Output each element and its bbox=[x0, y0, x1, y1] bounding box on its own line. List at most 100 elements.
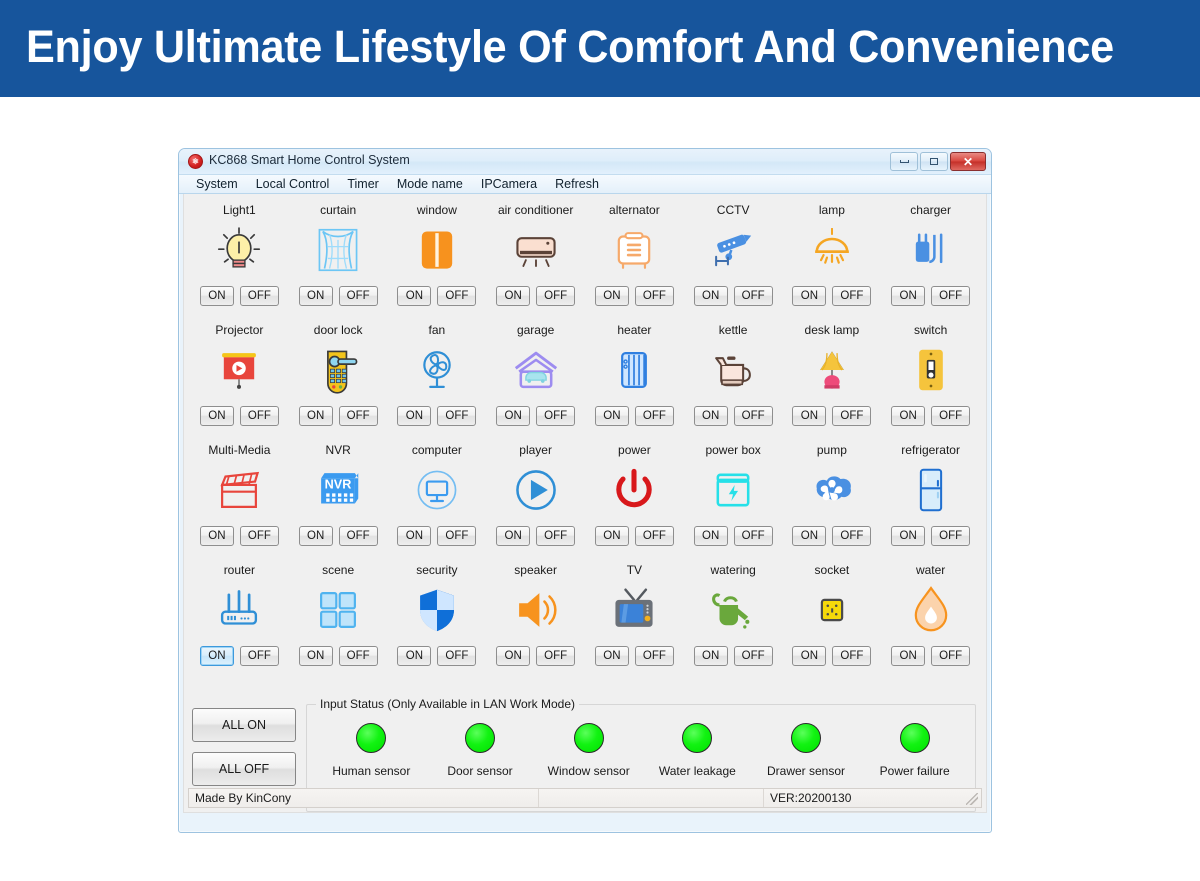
tv-off-button[interactable]: OFF bbox=[634, 646, 674, 666]
title-bar: ⚛ KC868 Smart Home Control System ✕ bbox=[179, 149, 991, 175]
window-on-button[interactable]: ON bbox=[397, 286, 432, 306]
watering-on-button[interactable]: ON bbox=[693, 646, 728, 666]
watering-off-button[interactable]: OFF bbox=[733, 646, 773, 666]
speaker-off-button[interactable]: OFF bbox=[536, 646, 576, 666]
alternator-off-button[interactable]: OFF bbox=[634, 286, 674, 306]
switch-off-button[interactable]: OFF bbox=[931, 406, 971, 426]
desk-lamp-off-button[interactable]: OFF bbox=[832, 406, 872, 426]
charger-on-button[interactable]: ON bbox=[891, 286, 926, 306]
svg-text:NVR: NVR bbox=[325, 477, 352, 491]
minimize-button[interactable] bbox=[890, 152, 918, 171]
sensor-power-failure: Power failure bbox=[860, 723, 969, 778]
water-off-button[interactable]: OFF bbox=[931, 646, 971, 666]
menu-item-system[interactable]: System bbox=[187, 175, 247, 194]
player-on-button[interactable]: ON bbox=[496, 526, 531, 546]
refrigerator-on-button[interactable]: ON bbox=[891, 526, 926, 546]
door-lock-on-button[interactable]: ON bbox=[298, 406, 333, 426]
air-conditioner-on-button[interactable]: ON bbox=[496, 286, 531, 306]
menu-item-ipcamera[interactable]: IPCamera bbox=[472, 175, 546, 194]
heater-on-button[interactable]: ON bbox=[594, 406, 629, 426]
player-off-button[interactable]: OFF bbox=[536, 526, 576, 546]
security-on-button[interactable]: ON bbox=[397, 646, 432, 666]
scene-off-button[interactable]: OFF bbox=[338, 646, 378, 666]
scene-on-button[interactable]: ON bbox=[298, 646, 333, 666]
water-on-button[interactable]: ON bbox=[891, 646, 926, 666]
computer-on-button[interactable]: ON bbox=[397, 526, 432, 546]
device-cell-kettle: kettle ON OFF bbox=[684, 318, 783, 438]
lamp-on-button[interactable]: ON bbox=[792, 286, 827, 306]
pump-icon bbox=[803, 461, 861, 519]
kettle-off-button[interactable]: OFF bbox=[733, 406, 773, 426]
button-pair-switch: ON OFF bbox=[891, 406, 971, 426]
nvr-on-button[interactable]: ON bbox=[298, 526, 333, 546]
socket-off-button[interactable]: OFF bbox=[832, 646, 872, 666]
menu-item-refresh[interactable]: Refresh bbox=[546, 175, 608, 194]
menu-item-local-control[interactable]: Local Control bbox=[247, 175, 339, 194]
device-cell-window: window ON OFF bbox=[388, 198, 487, 318]
tv-on-button[interactable]: ON bbox=[594, 646, 629, 666]
power-box-on-button[interactable]: ON bbox=[693, 526, 728, 546]
air-conditioner-off-button[interactable]: OFF bbox=[536, 286, 576, 306]
pump-off-button[interactable]: OFF bbox=[832, 526, 872, 546]
socket-on-button[interactable]: ON bbox=[792, 646, 827, 666]
fan-on-button[interactable]: ON bbox=[397, 406, 432, 426]
desk-lamp-on-button[interactable]: ON bbox=[792, 406, 827, 426]
router-on-button[interactable]: ON bbox=[199, 646, 234, 666]
device-cell-power: power ON OFF bbox=[585, 438, 684, 558]
projector-on-button[interactable]: ON bbox=[199, 406, 234, 426]
button-pair-cctv: ON OFF bbox=[693, 286, 773, 306]
device-cell-router: router ON OFF bbox=[190, 558, 289, 678]
page-root: Enjoy Ultimate Lifestyle Of Comfort And … bbox=[0, 0, 1200, 881]
curtain-on-button[interactable]: ON bbox=[298, 286, 333, 306]
multi-media-off-button[interactable]: OFF bbox=[239, 526, 279, 546]
menu-item-mode-name[interactable]: Mode name bbox=[388, 175, 472, 194]
heater-off-button[interactable]: OFF bbox=[634, 406, 674, 426]
alternator-on-button[interactable]: ON bbox=[594, 286, 629, 306]
device-label-security: security bbox=[416, 563, 458, 577]
resize-grip-icon[interactable] bbox=[966, 793, 978, 805]
kettle-on-button[interactable]: ON bbox=[693, 406, 728, 426]
garage-on-button[interactable]: ON bbox=[496, 406, 531, 426]
close-button[interactable]: ✕ bbox=[950, 152, 986, 171]
maximize-button[interactable] bbox=[920, 152, 948, 171]
device-label-alternator: alternator bbox=[609, 203, 660, 217]
light1-on-button[interactable]: ON bbox=[199, 286, 234, 306]
cctv-off-button[interactable]: OFF bbox=[733, 286, 773, 306]
device-cell-watering: watering ON OFF bbox=[684, 558, 783, 678]
nvr-off-button[interactable]: OFF bbox=[338, 526, 378, 546]
device-label-router: router bbox=[223, 563, 256, 577]
pendant-lamp-icon bbox=[803, 221, 861, 279]
projector-off-button[interactable]: OFF bbox=[239, 406, 279, 426]
charger-off-button[interactable]: OFF bbox=[931, 286, 971, 306]
door-lock-off-button[interactable]: OFF bbox=[338, 406, 378, 426]
power-on-button[interactable]: ON bbox=[594, 526, 629, 546]
button-pair-lamp: ON OFF bbox=[792, 286, 872, 306]
switch-on-button[interactable]: ON bbox=[891, 406, 926, 426]
security-off-button[interactable]: OFF bbox=[437, 646, 477, 666]
window-off-button[interactable]: OFF bbox=[437, 286, 477, 306]
multi-media-on-button[interactable]: ON bbox=[199, 526, 234, 546]
light1-off-button[interactable]: OFF bbox=[239, 286, 279, 306]
menu-item-timer[interactable]: Timer bbox=[338, 175, 387, 194]
all-off-button[interactable]: ALL OFF bbox=[192, 752, 296, 786]
device-cell-socket: socket ON OFF bbox=[783, 558, 882, 678]
fan-off-button[interactable]: OFF bbox=[437, 406, 477, 426]
button-pair-heater: ON OFF bbox=[594, 406, 674, 426]
pump-on-button[interactable]: ON bbox=[792, 526, 827, 546]
garage-off-button[interactable]: OFF bbox=[536, 406, 576, 426]
router-off-button[interactable]: OFF bbox=[239, 646, 279, 666]
fan-icon bbox=[408, 341, 466, 399]
lamp-off-button[interactable]: OFF bbox=[832, 286, 872, 306]
power-off-button[interactable]: OFF bbox=[634, 526, 674, 546]
computer-off-button[interactable]: OFF bbox=[437, 526, 477, 546]
curtain-off-button[interactable]: OFF bbox=[338, 286, 378, 306]
cctv-on-button[interactable]: ON bbox=[693, 286, 728, 306]
refrigerator-off-button[interactable]: OFF bbox=[931, 526, 971, 546]
all-on-button[interactable]: ALL ON bbox=[192, 708, 296, 742]
device-cell-fan: fan ON OFF bbox=[388, 318, 487, 438]
power-box-off-button[interactable]: OFF bbox=[733, 526, 773, 546]
device-label-charger: charger bbox=[910, 203, 951, 217]
device-label-kettle: kettle bbox=[718, 323, 748, 337]
device-cell-door-lock: door lock ON OFF bbox=[289, 318, 388, 438]
speaker-on-button[interactable]: ON bbox=[496, 646, 531, 666]
